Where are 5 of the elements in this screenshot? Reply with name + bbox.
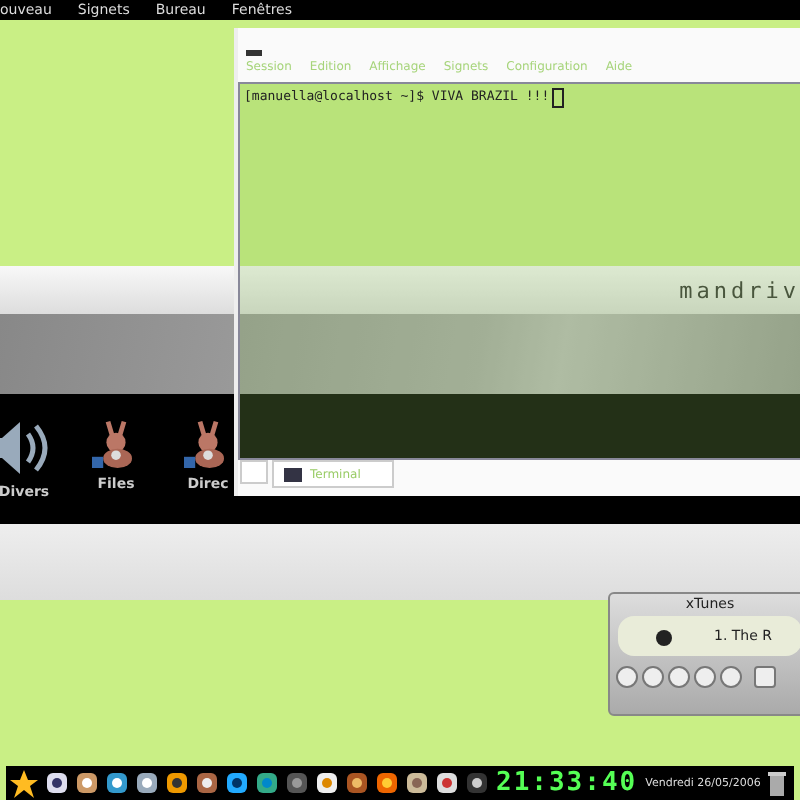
star-icon[interactable]: [10, 769, 38, 797]
logo-text: mandriv: [679, 277, 800, 303]
trash-icon[interactable]: [768, 771, 787, 795]
text-cursor: [551, 88, 564, 108]
clock: 21:33:40: [496, 768, 638, 798]
